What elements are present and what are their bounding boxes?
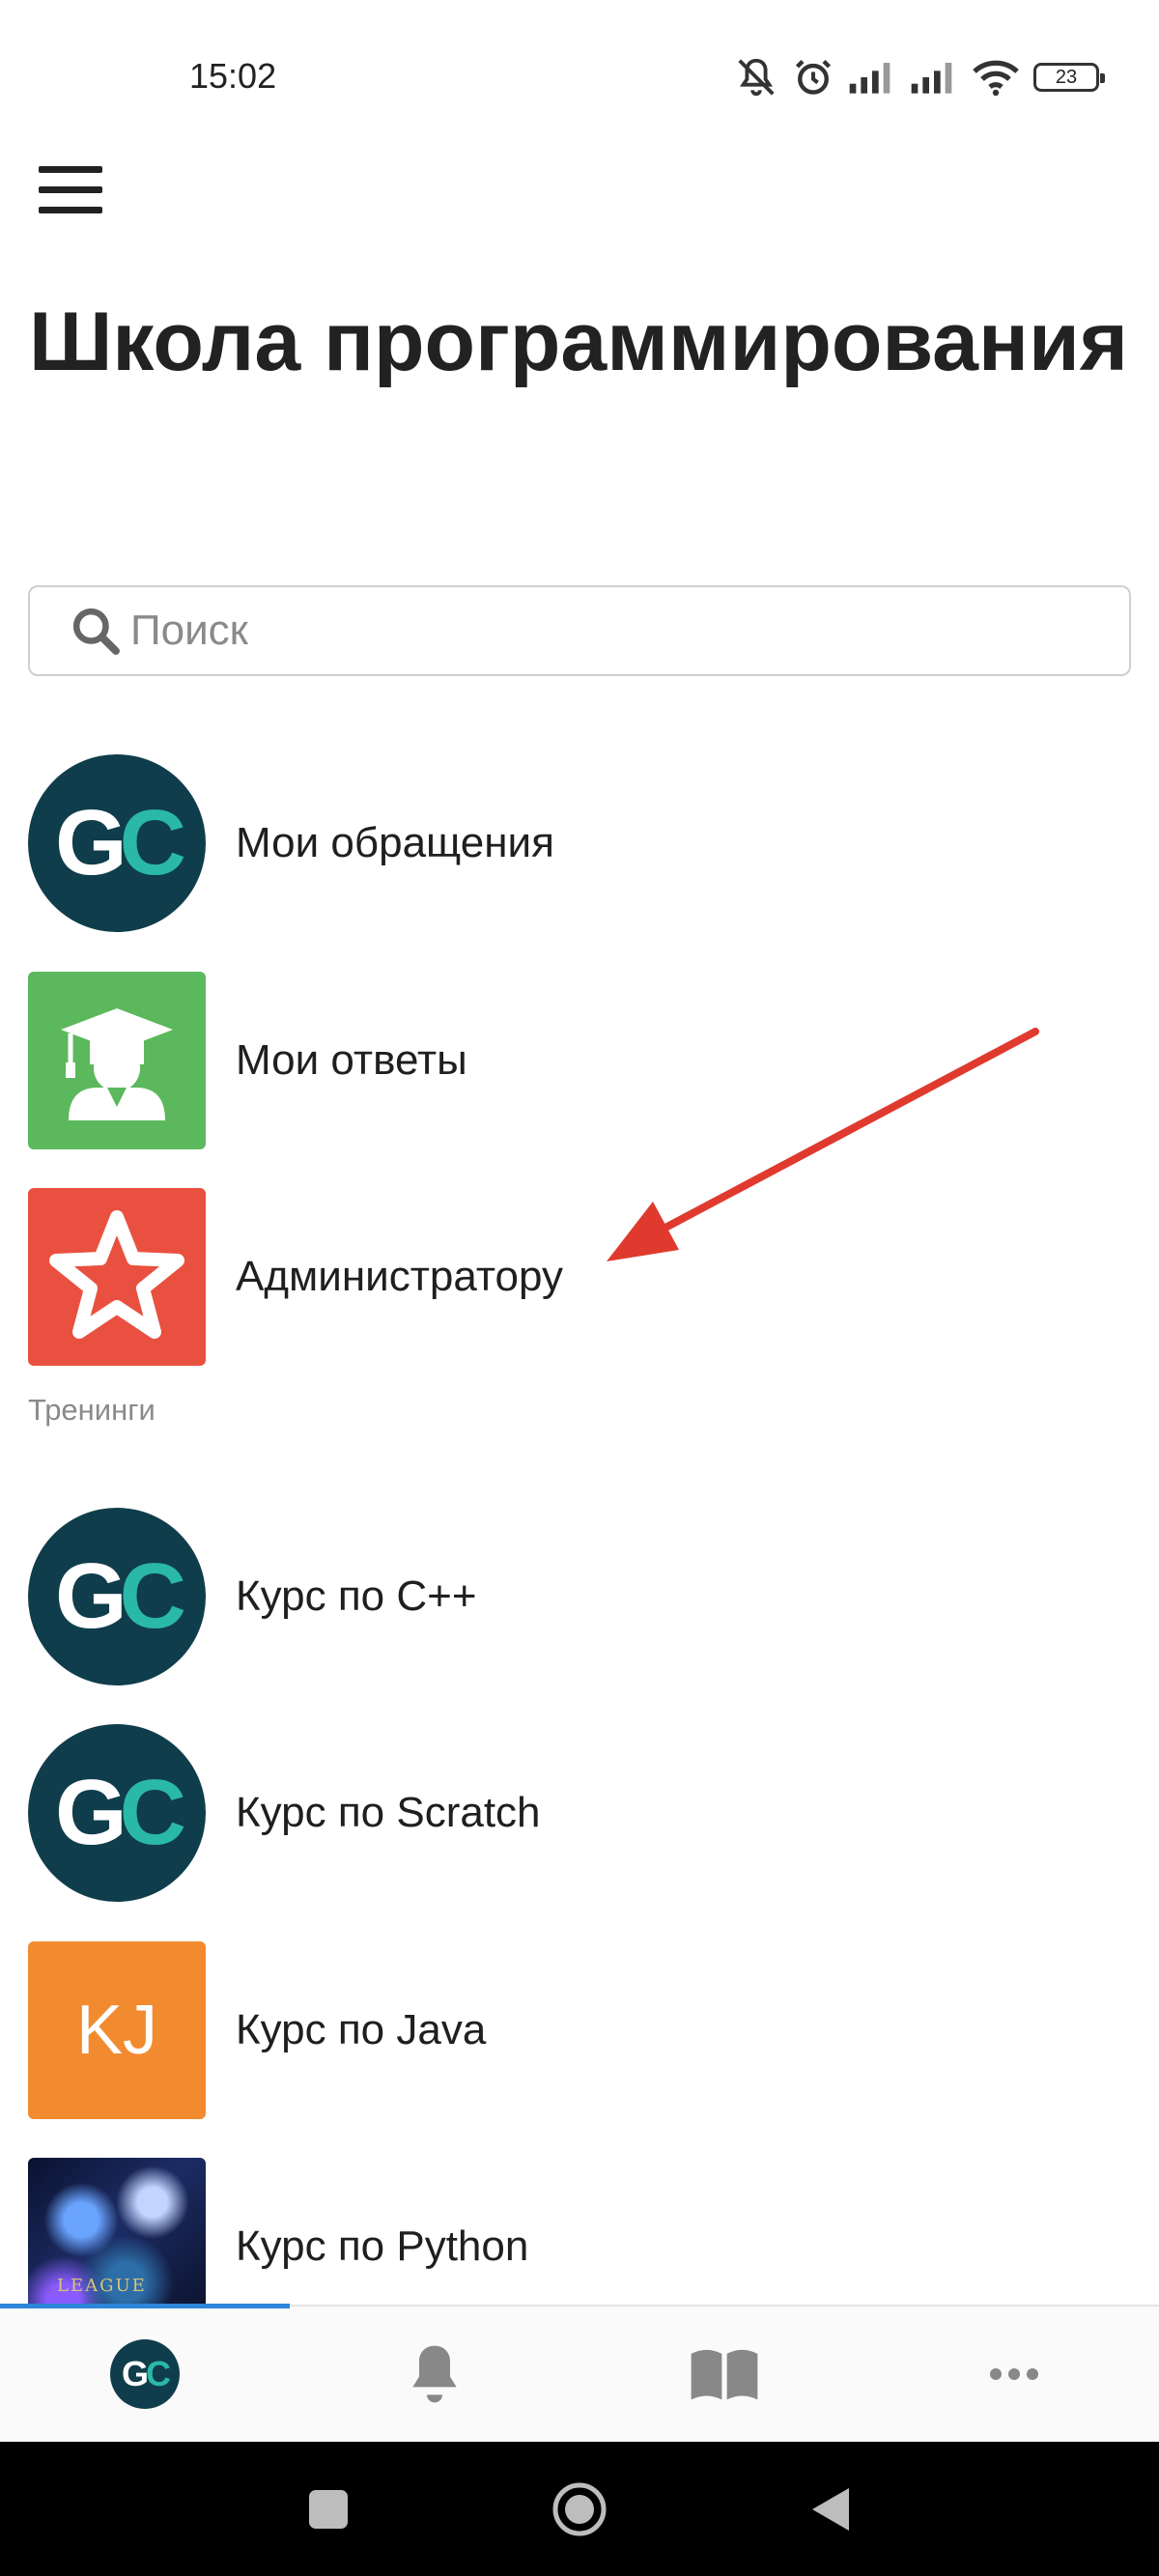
back-triangle-icon (812, 2487, 849, 2531)
page-title: Школа программирования (29, 296, 1128, 388)
recents-button[interactable] (261, 2442, 396, 2576)
logo-letter-c: C (119, 791, 186, 894)
battery-level: 23 (1055, 66, 1078, 88)
list-item-label: Курс по Scratch (236, 1789, 541, 1836)
logo-letter-c: C (146, 2354, 171, 2393)
hamburger-menu-icon[interactable] (39, 166, 102, 214)
list-item-label: Мои ответы (236, 1036, 467, 1084)
book-icon (691, 2349, 758, 2400)
logo-letter-g: G (55, 791, 127, 894)
tab-notifications[interactable] (290, 2307, 580, 2442)
signal-icon (911, 63, 952, 94)
section-label-trainings: Тренинги (28, 1393, 155, 1427)
list-item-my-requests[interactable]: GC Мои обращения (28, 754, 1131, 932)
search-bar[interactable] (28, 585, 1131, 676)
tab-home[interactable]: GC (0, 2307, 290, 2442)
list-item-course-cpp[interactable]: GC Курс по C++ (28, 1508, 1131, 1685)
recents-square-icon (309, 2489, 348, 2529)
status-bar: 15:02 23 (0, 0, 1159, 145)
tab-more[interactable] (869, 2307, 1159, 2442)
list-item-label: Курс по Python (236, 2222, 529, 2270)
bell-icon (412, 2345, 457, 2403)
graduate-icon (28, 972, 206, 1149)
gc-logo-icon: GC (110, 2339, 180, 2409)
list-item-label: Администратору (236, 1253, 563, 1300)
logo-letter-g: G (121, 2354, 149, 2393)
gc-logo-icon: GC (28, 1724, 206, 1902)
search-icon (72, 608, 120, 655)
list-item-label: Курс по Java (236, 2006, 487, 2053)
bell-off-icon (738, 58, 775, 97)
list-item-my-answers[interactable]: Мои ответы (28, 972, 1131, 1149)
gc-logo-icon: GC (28, 754, 206, 932)
alarm-icon (795, 59, 832, 95)
status-time: 15:02 (189, 56, 277, 96)
back-button[interactable] (763, 2442, 898, 2576)
star-icon (28, 1188, 206, 1366)
bottom-tab-bar: GC (0, 2304, 1159, 2442)
list-item-course-java[interactable]: KJ Курс по Java (28, 1941, 1131, 2119)
status-icons: 23 (734, 54, 1105, 100)
wifi-icon (973, 60, 1019, 97)
list-item-label: Курс по C++ (236, 1572, 477, 1620)
home-circle-icon (552, 2482, 607, 2535)
signal-icon (849, 63, 890, 94)
logo-letter-c: C (119, 1544, 186, 1648)
artwork-league-text: LEAGUE (57, 2276, 147, 2296)
list-item-administrator[interactable]: Администратору (28, 1188, 1131, 1366)
search-input[interactable] (128, 606, 1079, 656)
gc-logo-icon: GC (28, 1508, 206, 1685)
more-icon (990, 2368, 1038, 2380)
battery-icon: 23 (1033, 63, 1105, 92)
home-button[interactable] (512, 2442, 647, 2576)
logo-letter-g: G (55, 1761, 127, 1864)
system-nav-bar (0, 2442, 1159, 2576)
initials-avatar: KJ (28, 1941, 206, 2119)
list-item-course-scratch[interactable]: GC Курс по Scratch (28, 1724, 1131, 1902)
logo-letter-c: C (119, 1761, 186, 1864)
tab-library[interactable] (580, 2307, 869, 2442)
list-item-label: Мои обращения (236, 819, 554, 866)
logo-letter-g: G (55, 1544, 127, 1648)
